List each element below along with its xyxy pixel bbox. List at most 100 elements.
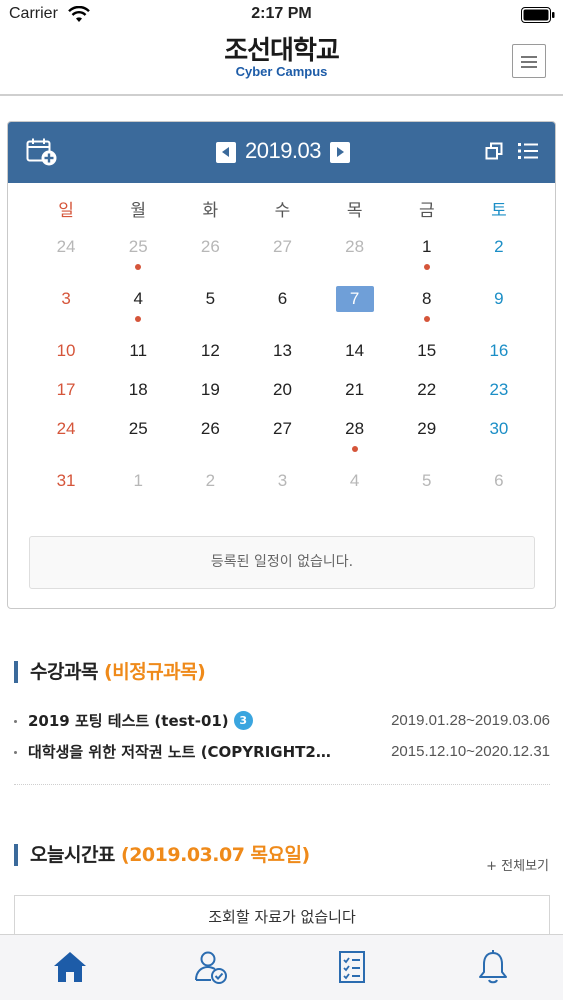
bottom-tab-bar: [0, 934, 563, 1000]
calendar-day[interactable]: 12: [174, 338, 246, 377]
courses-section-title: 수강과목 (비정규과목): [14, 659, 206, 685]
expand-window-icon[interactable]: [485, 142, 503, 160]
day-number: 27: [273, 237, 292, 256]
day-number: 2: [205, 471, 216, 490]
tab-notifications[interactable]: [422, 935, 563, 1000]
calendar-add-icon[interactable]: [26, 137, 58, 167]
calendar-day[interactable]: 28: [319, 416, 391, 468]
calendar-day[interactable]: 18: [102, 377, 174, 416]
day-number: 23: [489, 380, 509, 399]
user-check-icon: [195, 951, 228, 984]
view-all-link[interactable]: + 전체보기: [486, 855, 549, 874]
calendar-day[interactable]: 28: [319, 234, 391, 286]
day-number: 1: [422, 237, 432, 256]
site-logo[interactable]: 조선대학교 Cyber Campus: [0, 37, 563, 79]
previous-month-button[interactable]: [216, 142, 236, 163]
day-number: 4: [349, 471, 360, 490]
course-name: 대학생을 위한 저작권 노트 (COPYRIGHT2…: [28, 743, 331, 761]
day-number: 27: [273, 419, 292, 438]
day-number: 15: [417, 341, 437, 360]
day-number: 7: [335, 286, 374, 312]
calendar-day[interactable]: 22: [391, 377, 463, 416]
calendar-day[interactable]: 9: [463, 286, 535, 338]
calendar-day[interactable]: 17: [30, 377, 102, 416]
day-number: 16: [489, 341, 509, 360]
day-number: 4: [133, 289, 143, 308]
calendar-day[interactable]: 8: [391, 286, 463, 338]
calendar-day[interactable]: 6: [463, 468, 535, 520]
calendar-day[interactable]: 14: [319, 338, 391, 377]
calendar-day[interactable]: 19: [174, 377, 246, 416]
day-number: 18: [128, 380, 148, 399]
day-number: 28: [345, 419, 365, 438]
calendar-day[interactable]: 27: [246, 416, 318, 468]
calendar-day[interactable]: 5: [174, 286, 246, 338]
calendar-day[interactable]: 13: [246, 338, 318, 377]
calendar-day[interactable]: 3: [246, 468, 318, 520]
calendar-day[interactable]: 10: [30, 338, 102, 377]
day-number: 22: [417, 380, 437, 399]
day-number: 21: [345, 380, 365, 399]
calendar-header: 2019.03: [8, 122, 555, 183]
list-item[interactable]: 대학생을 위한 저작권 노트 (COPYRIGHT2… 2015.12.10~2…: [14, 738, 550, 769]
calendar-day[interactable]: 4: [319, 468, 391, 520]
calendar-day[interactable]: 25: [102, 416, 174, 468]
calendar-day[interactable]: 5: [391, 468, 463, 520]
section-divider: [14, 784, 550, 785]
calendar-week-row: 24 25 26 27 28 29 30: [30, 416, 535, 468]
calendar-day[interactable]: 26: [174, 416, 246, 468]
courses-title: 수강과목: [30, 661, 98, 683]
day-number: 28: [345, 237, 365, 256]
day-number: 19: [200, 380, 220, 399]
tab-home[interactable]: [0, 935, 141, 1000]
day-number: 3: [61, 289, 71, 308]
battery-icon: [521, 7, 555, 23]
day-number: 26: [200, 419, 220, 438]
calendar-day[interactable]: 4: [102, 286, 174, 338]
calendar-day[interactable]: 16: [463, 338, 535, 377]
calendar-day[interactable]: 3: [30, 286, 102, 338]
event-dot-icon: [351, 446, 358, 452]
calendar-day[interactable]: 2: [174, 468, 246, 520]
calendar-day-today[interactable]: 7: [319, 286, 391, 338]
calendar-day[interactable]: 2: [463, 234, 535, 286]
day-number: 11: [129, 341, 148, 360]
day-number: 6: [494, 471, 504, 490]
event-dot-icon: [135, 264, 142, 270]
calendar-day[interactable]: 24: [30, 234, 102, 286]
calendar-day[interactable]: 20: [246, 377, 318, 416]
calendar-day[interactable]: 23: [463, 377, 535, 416]
calendar-week-row: 3 4 5 6 7 8 9: [30, 286, 535, 338]
calendar-day[interactable]: 24: [30, 416, 102, 468]
calendar-day[interactable]: 6: [246, 286, 318, 338]
list-item[interactable]: 2019 포팅 테스트 (test-01) 3 2019.01.28~2019.0…: [14, 707, 550, 738]
calendar-day[interactable]: 25: [102, 234, 174, 286]
calendar-day[interactable]: 15: [391, 338, 463, 377]
calendar-day[interactable]: 30: [463, 416, 535, 468]
weekday-label: 월: [130, 201, 147, 221]
course-period: 2015.12.10~2020.12.31: [391, 743, 550, 760]
next-month-button[interactable]: [330, 142, 350, 163]
calendar-day[interactable]: 1: [391, 234, 463, 286]
calendar-day[interactable]: 27: [246, 234, 318, 286]
list-view-icon[interactable]: [518, 142, 538, 160]
calendar-day[interactable]: 29: [391, 416, 463, 468]
day-number: 9: [494, 289, 504, 308]
day-number: 24: [56, 237, 76, 256]
calendar-day[interactable]: 11: [102, 338, 174, 377]
calendar-day[interactable]: 26: [174, 234, 246, 286]
calendar-day[interactable]: 1: [102, 468, 174, 520]
tab-my-info[interactable]: [141, 935, 282, 1000]
clock-time: 2:17 PM: [251, 5, 312, 22]
weekday-label: 토: [491, 201, 507, 221]
calendar-day[interactable]: 21: [319, 377, 391, 416]
no-events-message: 등록된 일정이 없습니다.: [29, 536, 535, 589]
calendar-week-row: 31 1 2 3 4 5 6: [30, 468, 535, 520]
calendar-day[interactable]: 31: [30, 468, 102, 520]
tab-checklist[interactable]: [282, 935, 423, 1000]
hamburger-menu-button[interactable]: [512, 44, 546, 78]
day-number: 31: [56, 471, 76, 490]
event-dot-icon: [423, 316, 430, 322]
day-number: 2: [494, 237, 504, 256]
course-list: 2019 포팅 테스트 (test-01) 3 2019.01.28~2019.0…: [14, 707, 550, 769]
